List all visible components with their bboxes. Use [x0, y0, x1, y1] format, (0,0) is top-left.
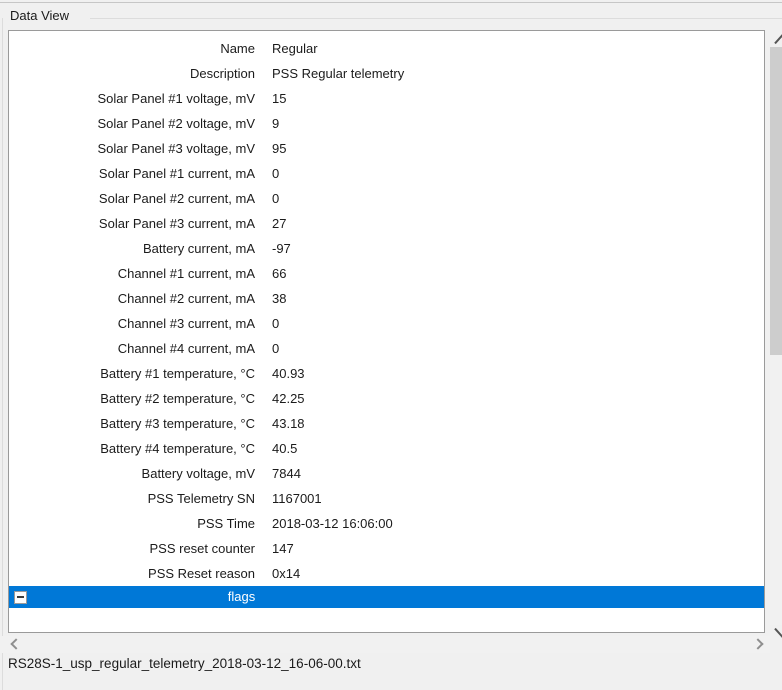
table-row[interactable]: Battery voltage, mV 7844 — [9, 461, 764, 486]
property-value: 9 — [272, 116, 279, 131]
property-label: Solar Panel #2 voltage, mV — [9, 116, 255, 131]
property-label: Channel #3 current, mA — [9, 316, 255, 331]
property-value: 0 — [272, 191, 279, 206]
property-label: Battery #2 temperature, °C — [9, 391, 255, 406]
property-value: 40.93 — [272, 366, 305, 381]
property-label: Solar Panel #2 current, mA — [9, 191, 255, 206]
property-value: 27 — [272, 216, 286, 231]
group-box-border-left — [2, 18, 3, 690]
scroll-left-icon[interactable] — [10, 638, 21, 649]
minus-icon — [17, 596, 24, 598]
property-label: PSS reset counter — [9, 541, 255, 556]
group-box-title: Data View — [10, 8, 69, 23]
table-row[interactable]: PSS Reset reason 0x14 — [9, 561, 764, 586]
table-row[interactable]: Battery current, mA -97 — [9, 236, 764, 261]
vertical-scrollbar-thumb[interactable] — [770, 47, 782, 355]
collapse-button[interactable] — [14, 591, 27, 604]
table-row[interactable]: PSS reset counter 147 — [9, 536, 764, 561]
scroll-down-icon — [774, 628, 782, 638]
top-divider — [0, 2, 782, 3]
table-row[interactable]: Channel #4 current, mA 0 — [9, 336, 764, 361]
property-label: Name — [9, 41, 255, 56]
property-value: 0x14 — [272, 566, 300, 581]
property-label: PSS Telemetry SN — [9, 491, 255, 506]
property-value: 7844 — [272, 466, 301, 481]
table-row[interactable]: Solar Panel #2 voltage, mV 9 — [9, 111, 764, 136]
loaded-filename: RS28S-1_usp_regular_telemetry_2018-03-12… — [8, 656, 361, 671]
table-row[interactable]: PSS Telemetry SN 1167001 — [9, 486, 764, 511]
property-value: 2018-03-12 16:06:00 — [272, 516, 393, 531]
table-row[interactable]: Solar Panel #3 current, mA 27 — [9, 211, 764, 236]
property-label: Battery #4 temperature, °C — [9, 441, 255, 456]
property-value: 42.25 — [272, 391, 305, 406]
flags-group-row[interactable]: flags — [9, 586, 764, 608]
property-label: Solar Panel #3 voltage, mV — [9, 141, 255, 156]
table-row[interactable]: Solar Panel #1 current, mA 0 — [9, 161, 764, 186]
scroll-up-icon — [774, 34, 782, 44]
property-label: Channel #2 current, mA — [9, 291, 255, 306]
table-row[interactable]: PSS Time 2018-03-12 16:06:00 — [9, 511, 764, 536]
scroll-up-button[interactable] — [770, 30, 782, 47]
data-view-window: Data View Name Regular Description PSS R… — [0, 0, 782, 690]
flags-group-label: flags — [9, 586, 474, 608]
group-box-border-top — [90, 18, 782, 19]
property-value: 0 — [272, 341, 279, 356]
property-label: Battery #1 temperature, °C — [9, 366, 255, 381]
property-label: Battery current, mA — [9, 241, 255, 256]
table-row[interactable]: Channel #2 current, mA 38 — [9, 286, 764, 311]
horizontal-scrollbar[interactable] — [0, 636, 770, 653]
property-value: 38 — [272, 291, 286, 306]
table-row[interactable]: Battery #3 temperature, °C 43.18 — [9, 411, 764, 436]
property-value: 40.5 — [272, 441, 297, 456]
property-label: Channel #1 current, mA — [9, 266, 255, 281]
telemetry-property-list: Name Regular Description PSS Regular tel… — [8, 30, 765, 633]
property-list: Name Regular Description PSS Regular tel… — [9, 31, 764, 586]
property-label: Battery voltage, mV — [9, 466, 255, 481]
property-label: Description — [9, 66, 255, 81]
property-value: PSS Regular telemetry — [272, 66, 404, 81]
table-row[interactable]: Channel #1 current, mA 66 — [9, 261, 764, 286]
table-row[interactable]: Solar Panel #3 voltage, mV 95 — [9, 136, 764, 161]
table-row[interactable]: Battery #1 temperature, °C 40.93 — [9, 361, 764, 386]
scroll-right-icon[interactable] — [752, 638, 763, 649]
table-row[interactable]: Name Regular — [9, 36, 764, 61]
property-value: -97 — [272, 241, 291, 256]
table-row[interactable]: Battery #2 temperature, °C 42.25 — [9, 386, 764, 411]
table-row[interactable]: Solar Panel #2 current, mA 0 — [9, 186, 764, 211]
property-label: Channel #4 current, mA — [9, 341, 255, 356]
property-value: 147 — [272, 541, 294, 556]
property-label: Solar Panel #1 voltage, mV — [9, 91, 255, 106]
table-row[interactable]: Solar Panel #1 voltage, mV 15 — [9, 86, 764, 111]
property-label: Battery #3 temperature, °C — [9, 416, 255, 431]
property-label: PSS Reset reason — [9, 566, 255, 581]
property-value: 95 — [272, 141, 286, 156]
property-value: 1167001 — [272, 491, 322, 506]
table-row[interactable]: Battery #4 temperature, °C 40.5 — [9, 436, 764, 461]
table-row[interactable]: Channel #3 current, mA 0 — [9, 311, 764, 336]
property-value: 0 — [272, 166, 279, 181]
vertical-scrollbar[interactable] — [770, 30, 782, 642]
property-label: Solar Panel #1 current, mA — [9, 166, 255, 181]
property-value: 0 — [272, 316, 279, 331]
property-value: 66 — [272, 266, 286, 281]
table-row[interactable]: Description PSS Regular telemetry — [9, 61, 764, 86]
property-value: Regular — [272, 41, 318, 56]
property-value: 43.18 — [272, 416, 305, 431]
property-label: PSS Time — [9, 516, 255, 531]
property-value: 15 — [272, 91, 286, 106]
scroll-down-button[interactable] — [770, 625, 782, 642]
property-label: Solar Panel #3 current, mA — [9, 216, 255, 231]
